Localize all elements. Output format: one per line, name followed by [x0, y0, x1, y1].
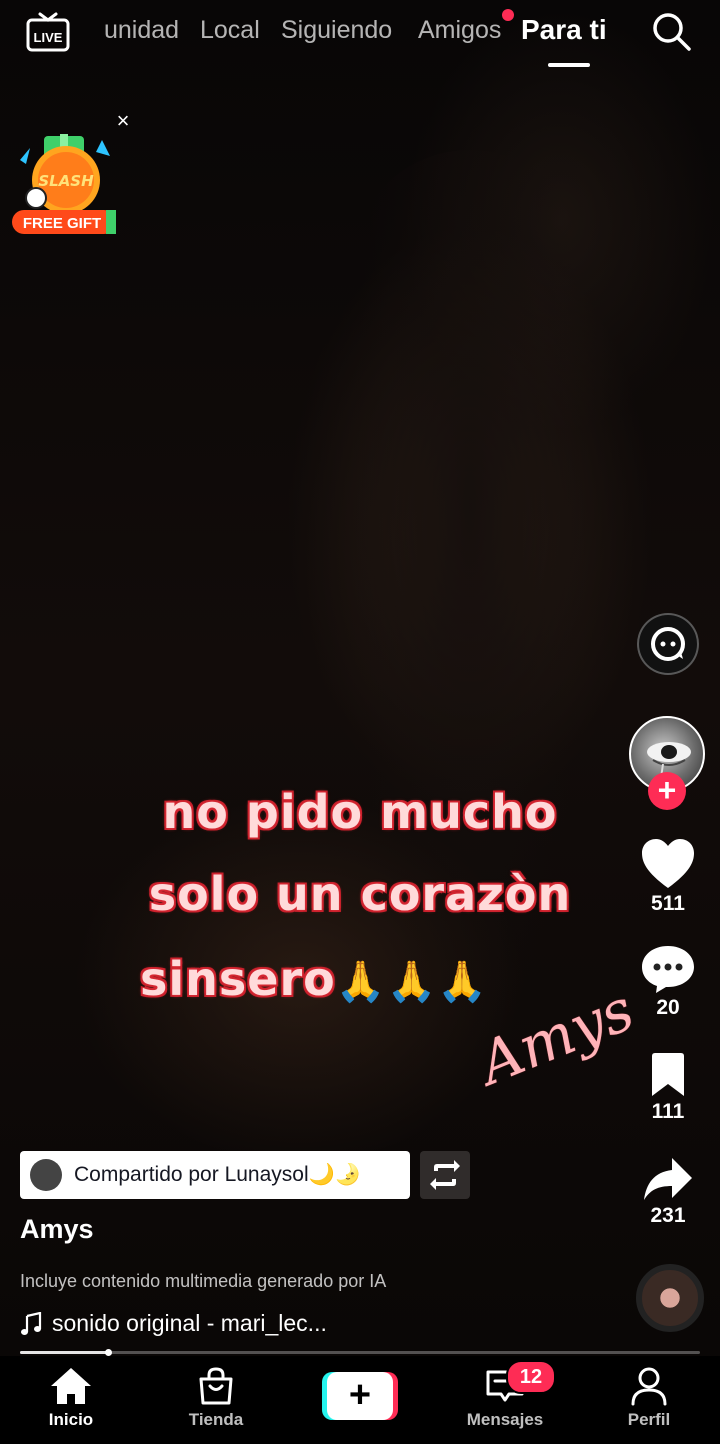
- caption-line-2: solo un corazòn: [148, 867, 572, 921]
- tab-local[interactable]: Local: [200, 16, 260, 45]
- bottom-nav: Inicio Tienda + Mensajes Perfil: [0, 1356, 720, 1444]
- comment-button[interactable]: 20: [630, 944, 706, 1020]
- shopping-bag-icon: [199, 1367, 233, 1405]
- amigos-notification-dot: [502, 9, 514, 21]
- tab-amigos[interactable]: Amigos: [418, 16, 501, 45]
- comment-icon: [642, 946, 694, 993]
- nav-tienda[interactable]: Tienda: [161, 1366, 271, 1430]
- nav-inicio[interactable]: Inicio: [16, 1366, 126, 1430]
- create-button[interactable]: +: [322, 1372, 398, 1420]
- nav-perfil-label: Perfil: [627, 1410, 671, 1429]
- repost-button[interactable]: [420, 1151, 470, 1199]
- shared-by-pill[interactable]: Compartido por Lunaysol🌙🌛: [20, 1151, 410, 1199]
- nav-tienda-label: Tienda: [188, 1410, 244, 1429]
- home-icon: [51, 1368, 91, 1404]
- messages-badge: 12: [506, 1360, 556, 1394]
- music-disc[interactable]: [636, 1264, 704, 1332]
- video-progress-fill: [20, 1351, 108, 1354]
- chat-bubble-icon: [651, 627, 685, 661]
- bookmark-icon: [652, 1053, 684, 1096]
- save-count: 111: [651, 1100, 685, 1123]
- share-count: 231: [650, 1204, 686, 1227]
- promo-label: FREE GIFT: [23, 215, 101, 232]
- free-gift-promo[interactable]: SLASH FREE GIFT: [10, 130, 118, 238]
- tab-para-ti[interactable]: Para ti: [521, 14, 607, 46]
- nav-mensajes-label: Mensajes: [466, 1410, 544, 1429]
- ai-chat-button[interactable]: [637, 613, 699, 675]
- praying-hands-emoji: 🙏🙏🙏: [335, 959, 489, 1005]
- profile-icon: [631, 1367, 667, 1406]
- ai-disclosure-label[interactable]: Incluye contenido multimedia generado po…: [20, 1271, 386, 1292]
- nav-inicio-label: Inicio: [48, 1410, 94, 1429]
- save-button[interactable]: 111: [630, 1052, 706, 1124]
- feed-tabs: unidad Local Siguiendo Amigos Para ti: [0, 0, 720, 70]
- follow-button[interactable]: +: [648, 772, 686, 810]
- search-icon[interactable]: [650, 10, 692, 52]
- caption-line-3-text: sinsero: [140, 952, 336, 1006]
- comment-count: 20: [656, 996, 680, 1019]
- sound-name: sonido original - mari_lec...: [52, 1310, 327, 1336]
- caption-line-1: no pido mucho: [162, 785, 558, 839]
- top-nav: LIVE unidad Local Siguiendo Amigos Para …: [0, 0, 720, 80]
- video-progress-bar[interactable]: [20, 1349, 700, 1356]
- author-name[interactable]: Amys: [20, 1214, 94, 1245]
- tab-siguiendo[interactable]: Siguiendo: [281, 16, 392, 45]
- heart-icon: [642, 839, 694, 888]
- repost-icon: [430, 1160, 460, 1190]
- sound-link[interactable]: sonido original - mari_lec...: [20, 1310, 327, 1337]
- music-note-icon: [21, 1311, 42, 1335]
- nav-perfil[interactable]: Perfil: [594, 1366, 704, 1430]
- active-tab-indicator: [548, 63, 590, 67]
- video-progress-handle[interactable]: [105, 1349, 112, 1356]
- share-button[interactable]: 231: [630, 1156, 706, 1228]
- promo-brand: SLASH: [38, 172, 94, 190]
- tab-comunidad[interactable]: unidad: [104, 16, 179, 45]
- like-button[interactable]: 511: [630, 838, 706, 916]
- shared-by-text: Compartido por Lunaysol🌙🌛: [74, 1163, 361, 1186]
- create-plus-icon: +: [327, 1372, 393, 1420]
- share-arrow-icon: [644, 1158, 692, 1200]
- promo-close-icon[interactable]: ×: [112, 110, 134, 132]
- like-count: 511: [651, 892, 685, 915]
- sharer-avatar: [30, 1159, 62, 1191]
